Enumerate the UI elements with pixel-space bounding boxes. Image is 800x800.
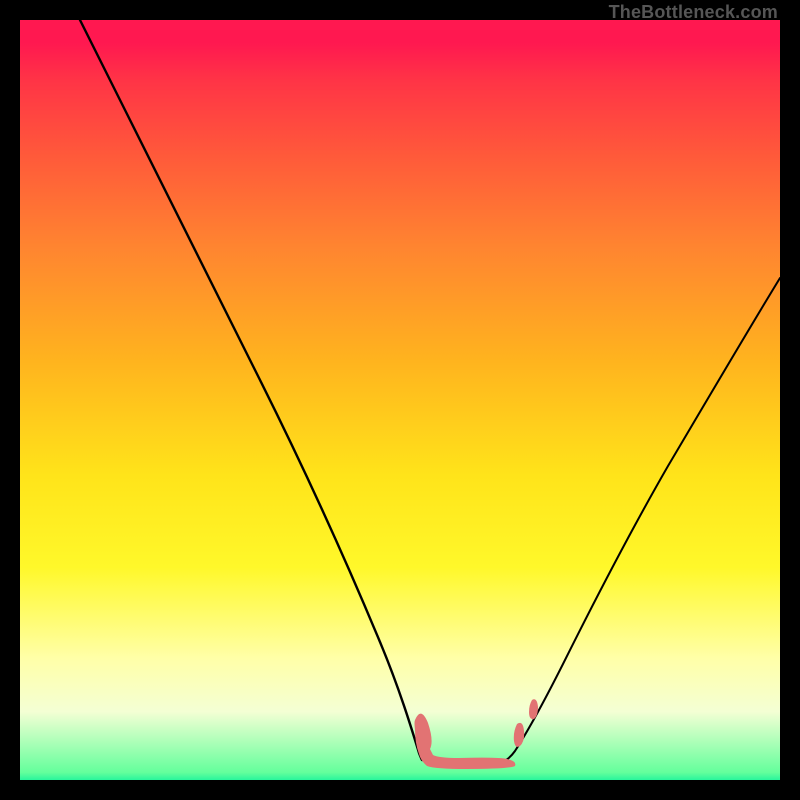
chart-svg	[20, 20, 780, 780]
chart-frame: TheBottleneck.com	[0, 0, 800, 800]
attribution-text: TheBottleneck.com	[609, 2, 778, 23]
left-curve	[80, 20, 422, 760]
bottom-markers	[415, 699, 539, 769]
right-curve	[506, 278, 780, 760]
